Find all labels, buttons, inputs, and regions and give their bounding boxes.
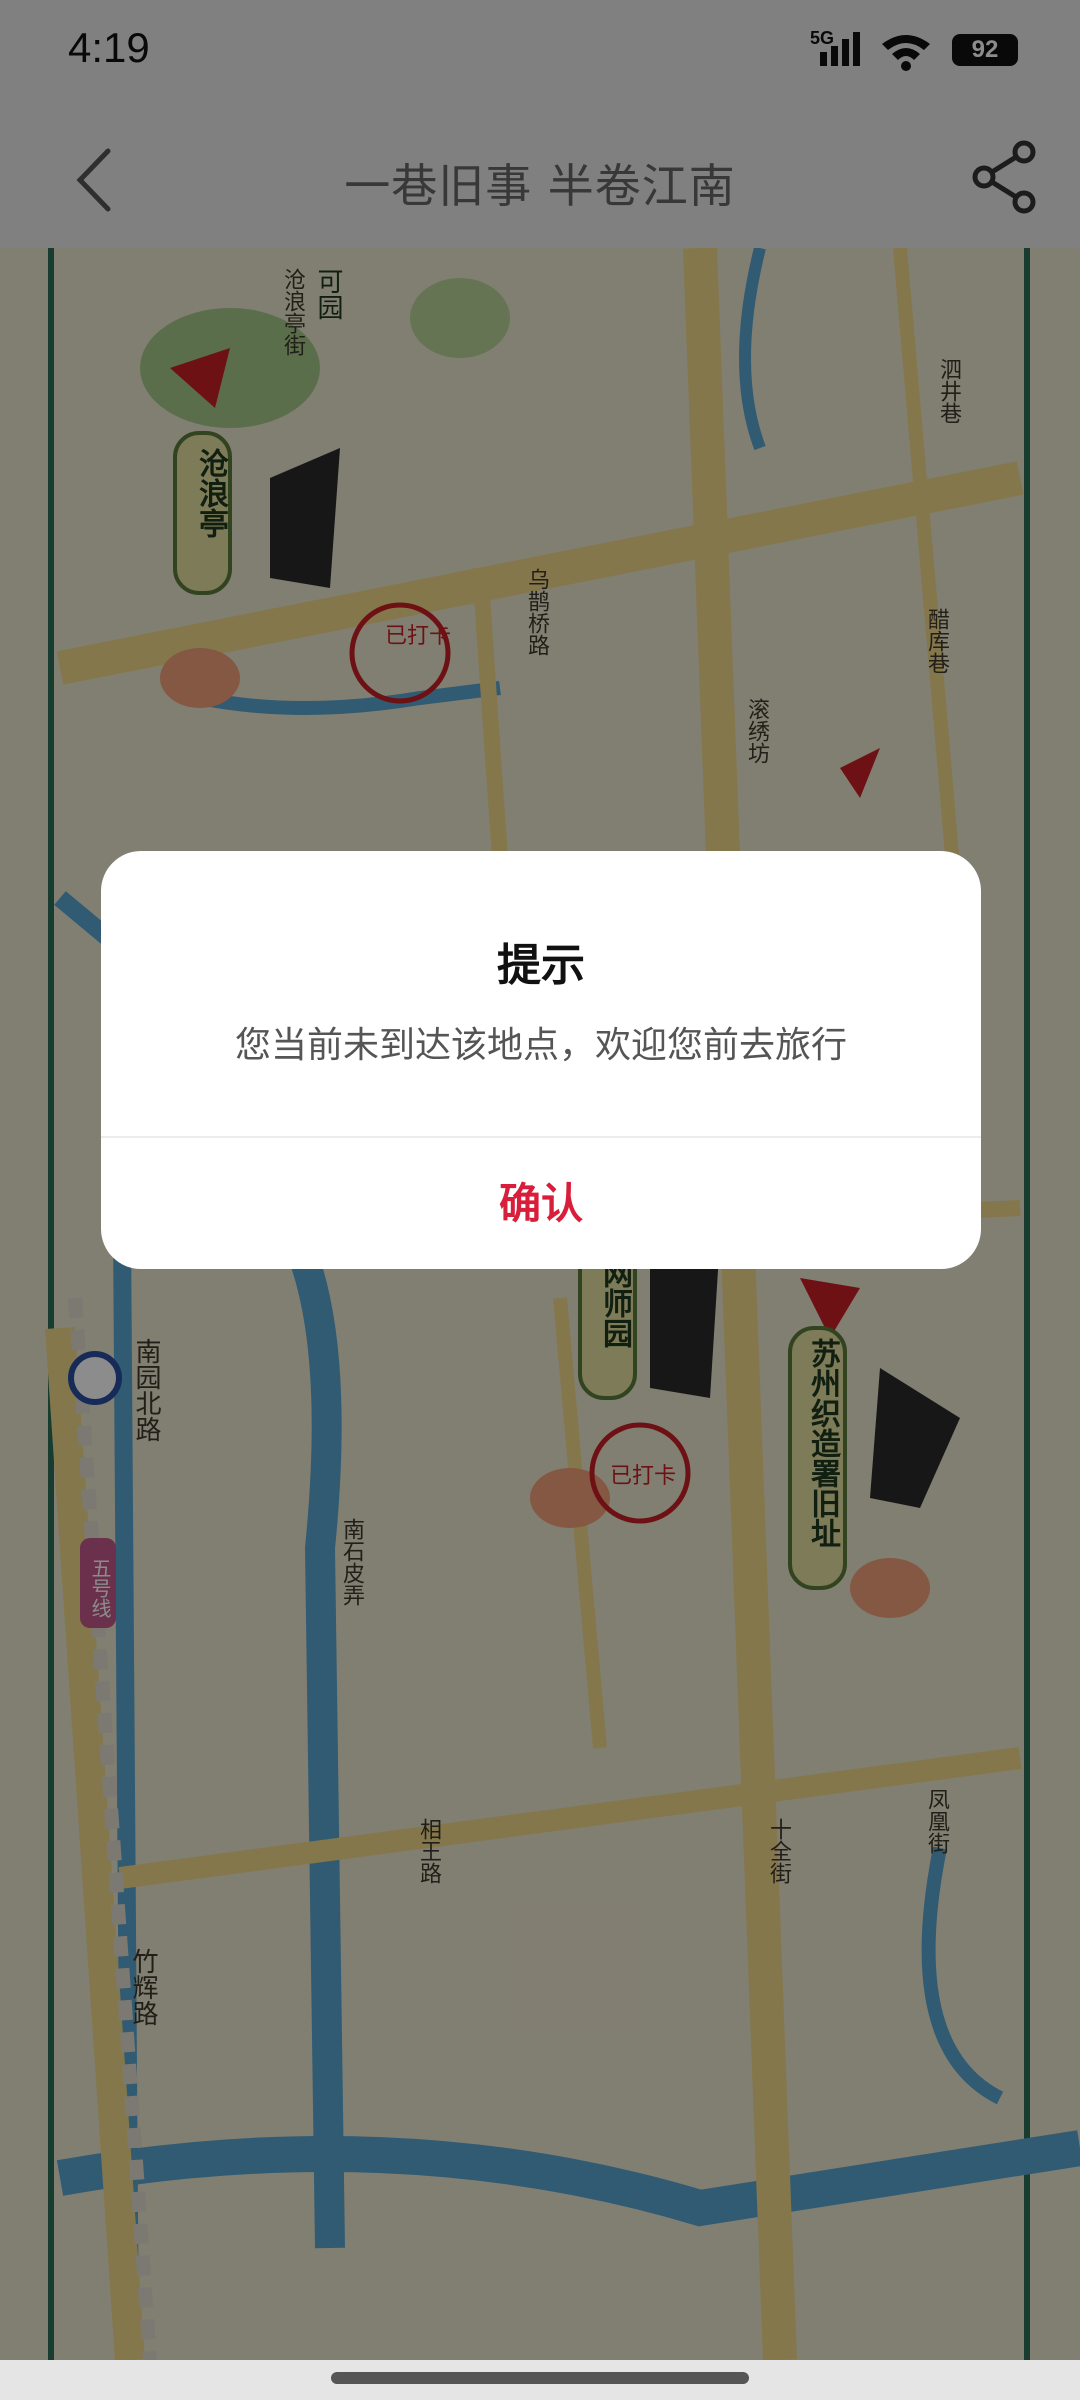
dialog-message: 您当前未到达该地点，欢迎您前去旅行 <box>234 1025 847 1066</box>
alert-dialog: 提示 您当前未到达该地点，欢迎您前去旅行 确认 <box>101 851 981 1269</box>
confirm-button[interactable]: 确认 <box>101 1138 981 1269</box>
dialog-title: 提示 <box>497 940 585 991</box>
home-indicator[interactable] <box>331 2372 749 2384</box>
